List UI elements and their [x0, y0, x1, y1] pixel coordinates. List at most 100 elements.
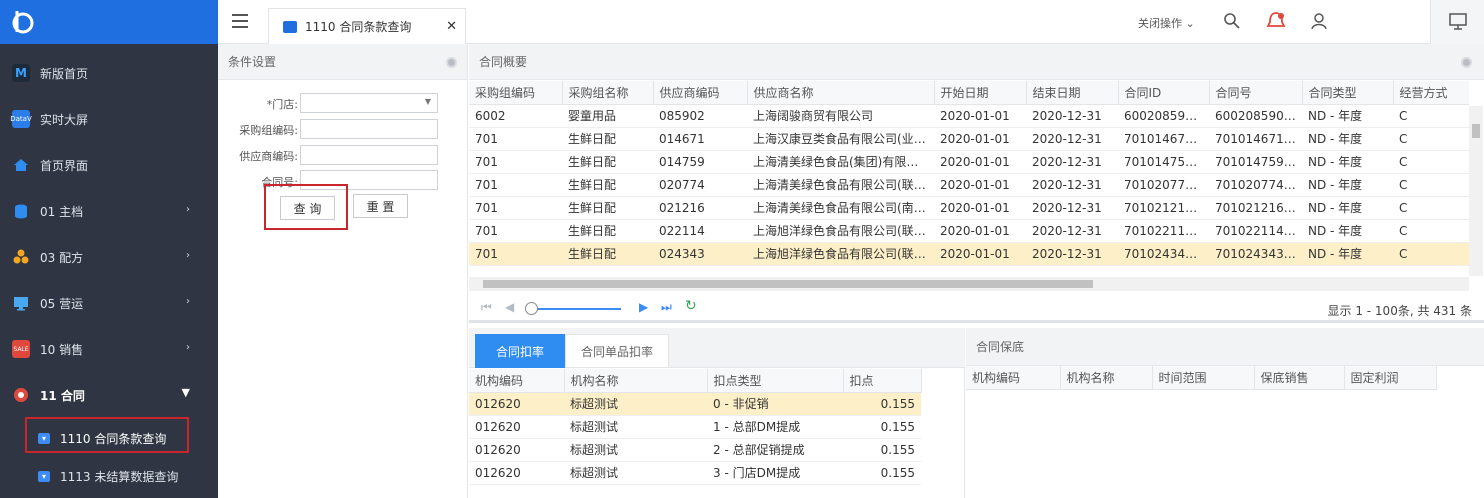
table-row[interactable]: 012620 标超测试 2 - 总部促销提成 0.155 [469, 438, 921, 462]
table-row[interactable]: 701 生鲜日配 014759 上海清美绿色食品(集团)有限公司 2020-01-01 2… [469, 150, 1469, 174]
table-cell: 70102121620... [1118, 196, 1209, 220]
sidebar-item-new-home[interactable]: M 新版首页 [0, 50, 218, 96]
column-header[interactable]: 供应商名称 [747, 81, 935, 105]
column-header[interactable]: 供应商编码 [653, 81, 748, 105]
table-cell: 6002 [469, 104, 562, 128]
table-row[interactable]: 701 生鲜日配 024343 上海旭洋绿色食品有限公司(联销) 2020-01-01 2… [469, 242, 1469, 266]
sidebar-item-operations[interactable]: 05 营运 › [0, 280, 218, 326]
collapse-icon[interactable] [1461, 57, 1472, 68]
column-header[interactable]: 采购组编码 [469, 81, 563, 105]
table-row[interactable]: 012620 标超测试 3 - 门店DM提成 0.155 [469, 461, 921, 485]
column-header[interactable]: 合同号 [1209, 81, 1303, 105]
column-header[interactable]: 时间范围 [1152, 366, 1255, 390]
column-header[interactable]: 机构名称 [564, 369, 708, 393]
table-cell: ND - 年度 [1302, 219, 1393, 243]
sidebar-item-label: 新版首页 [40, 66, 89, 81]
scroll-thumb[interactable] [483, 280, 1093, 288]
tab-contract-terms[interactable]: 1110 合同条款查询 ✕ [268, 8, 466, 44]
column-header[interactable]: 采购组名称 [562, 81, 654, 105]
sidebar-item-label: 10 销售 [40, 342, 84, 357]
table-cell: 020774 [653, 173, 747, 197]
column-header[interactable]: 经营方式 [1393, 81, 1469, 105]
column-header[interactable]: 机构编码 [469, 369, 565, 393]
sidebar-subitem-unsettled[interactable]: ▾ 1113 未结算数据查询 [0, 454, 218, 498]
search-icon[interactable] [1223, 12, 1241, 30]
table-cell: C [1393, 242, 1469, 266]
column-header[interactable]: 开始日期 [934, 81, 1027, 105]
prev-page-icon[interactable]: ◀ [505, 300, 514, 314]
next-page-icon[interactable]: ▶ [639, 300, 648, 314]
table-cell: 70101475920... [1209, 150, 1302, 174]
table-cell: C [1393, 219, 1469, 243]
table-row[interactable]: 701 生鲜日配 022114 上海旭洋绿色食品有限公司(联营) 2020-01-01 2… [469, 219, 1469, 243]
store-select[interactable]: ▼ [300, 93, 438, 113]
app-logo[interactable] [0, 0, 218, 44]
table-cell: 60020859022... [1118, 104, 1209, 128]
table-row[interactable]: 6002 婴童用品 085902 上海阔骏商贸有限公司 2020-01-01 2020-1… [469, 104, 1469, 128]
close-icon[interactable]: ✕ [446, 19, 457, 34]
tab-item-deduct[interactable]: 合同单品扣率 [565, 334, 669, 368]
table-cell: 701 [469, 242, 562, 266]
page-slider[interactable] [529, 308, 621, 310]
refresh-icon[interactable]: ↻ [685, 298, 697, 314]
page-slider-handle[interactable] [525, 302, 538, 315]
sidebar-item-realtime-screen[interactable]: DataV 实时大屏 [0, 96, 218, 142]
table-cell: 标超测试 [564, 415, 707, 439]
sidebar-item-home-ui[interactable]: 首页界面 [0, 142, 218, 188]
reset-button[interactable]: 重 置 [353, 194, 408, 218]
supplier-code-input[interactable] [300, 145, 438, 165]
table-cell: 标超测试 [564, 392, 707, 416]
screen-toggle[interactable] [1430, 0, 1484, 44]
table-row[interactable]: 012620 标超测试 0 - 非促销 0.155 [469, 392, 921, 416]
column-header[interactable]: 结束日期 [1026, 81, 1119, 105]
user-icon[interactable] [1310, 12, 1328, 30]
table-row[interactable]: 701 生鲜日配 014671 上海汉康豆类食品有限公司(业务... 2020-01-0… [469, 127, 1469, 151]
column-header[interactable]: 合同ID [1118, 81, 1210, 105]
column-header[interactable]: 机构名称 [1060, 366, 1153, 390]
guarantee-table: 机构编码 机构名称 时间范围 保底销售 固定利润 [966, 366, 1437, 390]
overview-title: 合同概要 [479, 55, 528, 69]
table-cell: 生鲜日配 [562, 242, 653, 266]
buyer-code-label: 采购组编码: [239, 124, 298, 137]
sidebar-item-contract[interactable]: 11 合同 ▼ [0, 372, 218, 418]
table-row[interactable]: 012620 标超测试 1 - 总部DM提成 0.155 [469, 415, 921, 439]
table-row[interactable]: 701 生鲜日配 020774 上海清美绿色食品有限公司(联销) 2020-01-01 2… [469, 173, 1469, 197]
table-cell: ND - 年度 [1302, 104, 1393, 128]
tab-contract-deduct[interactable]: 合同扣率 [475, 334, 565, 368]
table-cell: 生鲜日配 [562, 150, 653, 174]
guarantee-title: 合同保底 [976, 340, 1025, 354]
first-page-icon[interactable]: ⏮ [481, 300, 492, 315]
bell-notification-icon[interactable] [1265, 10, 1287, 32]
table-cell: 标超测试 [564, 461, 707, 485]
sidebar-subitem-label: 1113 未结算数据查询 [60, 469, 179, 484]
column-header[interactable]: 固定利润 [1344, 366, 1437, 390]
sidebar: M 新版首页 DataV 实时大屏 首页界面 01 主档 › 03 配方 › 0… [0, 0, 218, 498]
collapse-icon[interactable] [446, 57, 457, 68]
table-cell: 2020-12-31 [1026, 242, 1118, 266]
column-header[interactable]: 机构编码 [966, 366, 1061, 390]
scroll-thumb[interactable] [1472, 124, 1480, 138]
overview-table: 采购组编码 采购组名称 供应商编码 供应商名称 开始日期 结束日期 合同ID 合同号 合同类型经… [469, 81, 1469, 266]
sidebar-item-master[interactable]: 01 主档 › [0, 188, 218, 234]
table-cell: 70102211420... [1209, 219, 1302, 243]
table-cell: 上海阔骏商贸有限公司 [747, 104, 934, 128]
buyer-code-input[interactable] [300, 119, 438, 139]
sidebar-item-recipe[interactable]: 03 配方 › [0, 234, 218, 280]
table-row[interactable]: 701 生鲜日配 021216 上海清美绿色食品有限公司(南京)(... 2020-01… [469, 196, 1469, 220]
deduct-panel: 合同扣率 合同单品扣率 机构编码 机构名称 扣点类型 扣点 012620 标超测试 0 -… [469, 328, 965, 498]
column-header[interactable]: 合同类型 [1302, 81, 1394, 105]
table-cell: 60020859022... [1209, 104, 1302, 128]
pager-summary: 显示 1 - 100条, 共 431 条 [1327, 304, 1472, 318]
column-header[interactable]: 扣点类型 [707, 369, 844, 393]
column-header[interactable]: 保底销售 [1254, 366, 1345, 390]
menu-toggle-icon[interactable] [232, 14, 248, 28]
table-cell: 2020-12-31 [1026, 173, 1118, 197]
caret-down-icon: ▼ [424, 97, 431, 106]
vertical-scrollbar[interactable] [1469, 106, 1483, 276]
horizontal-scrollbar[interactable] [469, 277, 1469, 291]
close-operations-dropdown[interactable]: 关闭操作 ⌄ [1138, 15, 1195, 31]
chevron-right-icon: › [186, 296, 190, 307]
sidebar-item-sales[interactable]: SALE 10 销售 › [0, 326, 218, 372]
last-page-icon[interactable]: ⏭ [661, 300, 672, 315]
column-header[interactable]: 扣点 [843, 369, 922, 393]
